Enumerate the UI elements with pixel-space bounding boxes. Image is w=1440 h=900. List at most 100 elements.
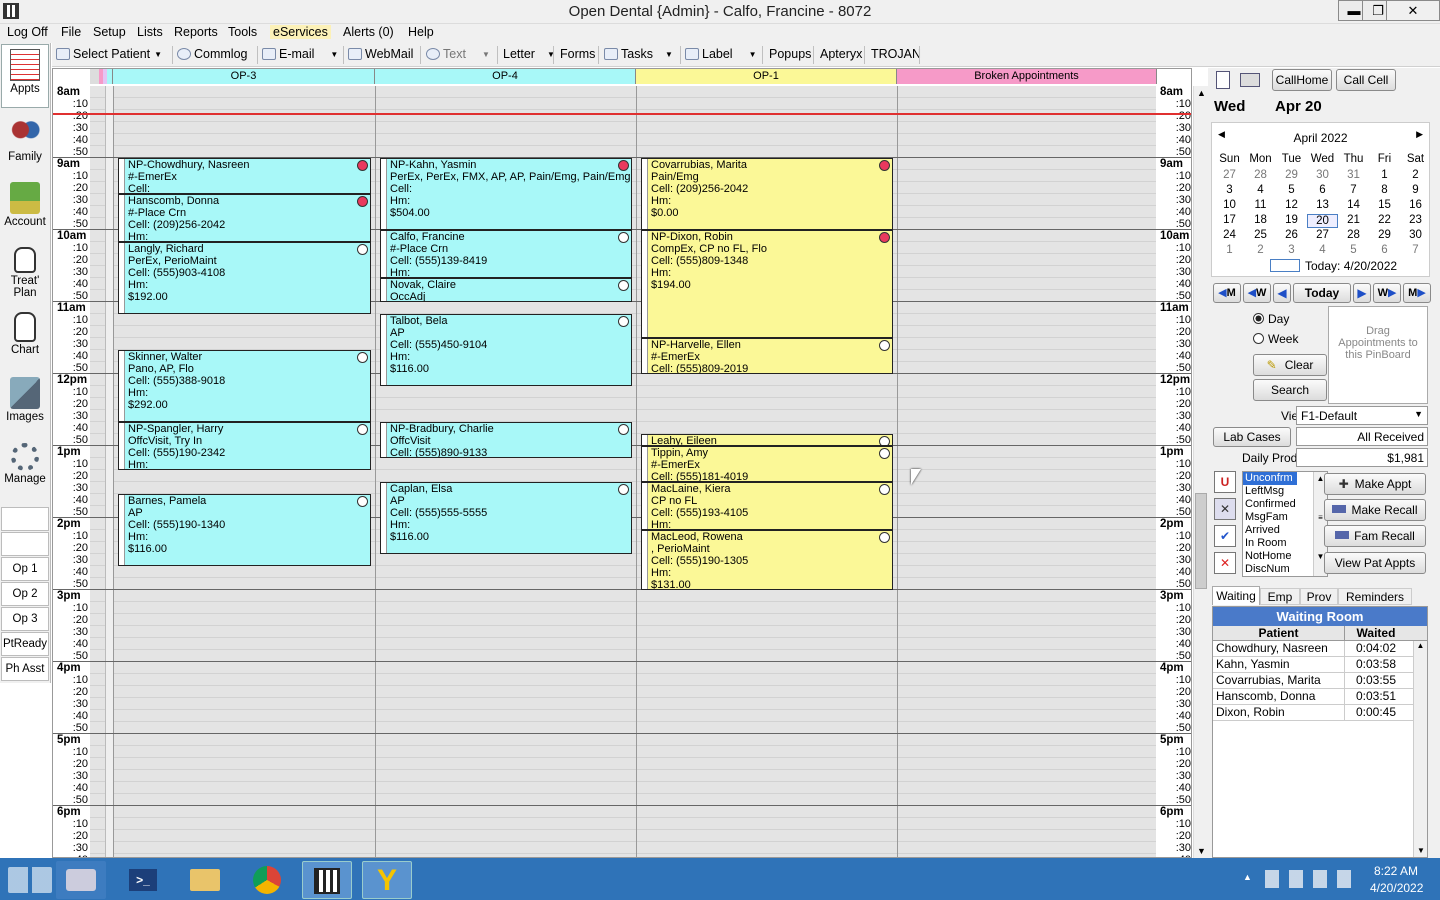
chevron-down-icon[interactable]: ▼ [154, 50, 162, 59]
appointment[interactable]: Barnes, Pamela AP Cell: (555)190-1340 Hm: $1… [118, 494, 371, 566]
lab-cases-button[interactable]: Lab Cases [1213, 427, 1291, 447]
confirmation-dot-icon[interactable] [618, 232, 629, 243]
column-header[interactable]: OP-3 [113, 69, 375, 84]
confirmation-dot-icon[interactable] [357, 196, 368, 207]
server-manager-icon[interactable] [56, 861, 106, 899]
menu-alerts[interactable]: Alerts (0) [340, 25, 397, 39]
column-header[interactable]: Broken Appointments [897, 69, 1157, 84]
waiting-room-grid[interactable]: Waiting Room Patient Waited Chowdhury, N… [1212, 606, 1428, 858]
appointment[interactable]: Skinner, Walter Pano, AP, Flo Cell: (555)3… [118, 350, 371, 422]
menu-help[interactable]: Help [405, 25, 437, 39]
menu-tools[interactable]: Tools [225, 25, 260, 39]
confirmation-dot-icon[interactable] [357, 244, 368, 255]
next-week-button[interactable]: W▶ [1373, 283, 1401, 303]
calendar-day[interactable]: 5 [1276, 184, 1307, 196]
confirmation-dot-icon[interactable] [357, 496, 368, 507]
confirmation-dot-icon[interactable] [879, 232, 890, 243]
confirmation-dot-icon[interactable] [357, 352, 368, 363]
calendar-day[interactable]: 22 [1369, 214, 1400, 226]
calendar-day[interactable]: 13 [1307, 199, 1338, 211]
complete-check-icon[interactable]: ✔ [1214, 525, 1236, 547]
label-button[interactable]: Label ▼ [685, 47, 757, 64]
appointment[interactable]: Covarrubias, Marita Pain/Emg Cell: (209)25… [641, 158, 893, 230]
op3-button[interactable]: Op 3 [1, 607, 49, 631]
chevron-down-icon[interactable]: ▼ [330, 50, 338, 59]
next-day-button[interactable]: ▶ [1353, 283, 1371, 303]
module-family[interactable]: Family [1, 113, 49, 177]
chevron-down-icon[interactable]: ▼ [749, 50, 757, 59]
confirmation-dot-icon[interactable] [879, 532, 890, 543]
calendar-day[interactable]: 31 [1338, 169, 1369, 181]
waiting-row[interactable]: Hanscomb, Donna 0:03:51 [1213, 689, 1427, 705]
scroll-thumb[interactable] [1195, 493, 1207, 589]
appointment[interactable]: MacLaine, Kiera CP no FL Cell: (555)193-41… [641, 482, 893, 530]
calendar-day[interactable]: 25 [1245, 229, 1276, 241]
prev-day-button[interactable]: ◀ [1273, 283, 1291, 303]
calendar-day[interactable]: 9 [1400, 184, 1431, 196]
trojan-button[interactable]: TROJAN [871, 47, 921, 64]
menu-file[interactable]: File [58, 25, 84, 39]
appointment[interactable]: Calfo, Francine #-Place Crn Cell: (555)139… [380, 230, 632, 278]
confirmation-list[interactable]: Unconfrm LeftMsg Confirmed MsgFam Arrive… [1242, 471, 1328, 577]
calendar-day[interactable]: 20 [1307, 214, 1338, 228]
clock-date[interactable]: 4/20/2022 [1370, 881, 1423, 895]
menu-eservices[interactable]: eServices [270, 25, 331, 39]
calendar-day[interactable]: 6 [1307, 184, 1338, 196]
ptready-button[interactable]: PtReady [1, 632, 49, 656]
email-button[interactable]: E-mail ▼ [262, 47, 338, 64]
calendar-day[interactable]: 8 [1369, 184, 1400, 196]
popups-button[interactable]: Popups [769, 47, 811, 64]
op2-button[interactable]: Op 2 [1, 582, 49, 606]
today-indicator[interactable] [1270, 259, 1300, 272]
call-home-button[interactable]: CallHome [1272, 69, 1332, 91]
scroll-down-arrow[interactable]: ▼ [1197, 846, 1206, 856]
calendar-day[interactable]: 3 [1276, 244, 1307, 256]
column-header[interactable]: OP-4 [375, 69, 636, 84]
waiting-row[interactable]: Covarrubias, Marita 0:03:55 [1213, 673, 1427, 689]
tray-overflow-icon[interactable]: ▲ [1243, 872, 1252, 882]
view-select[interactable]: F1-Default ▼ [1296, 406, 1428, 425]
close-button[interactable]: ✕ [1386, 0, 1440, 21]
start-button-icon[interactable] [8, 867, 52, 893]
commlog-button[interactable]: Commlog [177, 47, 248, 64]
appointment[interactable]: NP-Chowdhury, Nasreen #-EmerEx Cell: [118, 158, 371, 194]
calendar-day[interactable]: 7 [1338, 184, 1369, 196]
tray-icons[interactable] [1265, 870, 1357, 888]
appointment[interactable]: Caplan, Elsa AP Cell: (555)555-5555 Hm: $116… [380, 482, 632, 554]
calendar-day[interactable]: 4 [1307, 244, 1338, 256]
patient-column-header[interactable]: Patient [1213, 626, 1345, 640]
calendar-day[interactable]: 28 [1245, 169, 1276, 181]
appointment[interactable]: Novak, Claire OccAdj [380, 278, 632, 302]
calendar-day[interactable]: 27 [1214, 169, 1245, 181]
prev-week-button[interactable]: ◀W [1243, 283, 1271, 303]
webmail-button[interactable]: WebMail [348, 47, 413, 64]
confirmation-dot-icon[interactable] [879, 340, 890, 351]
fam-recall-button[interactable]: Fam Recall [1324, 525, 1426, 547]
confirmation-dot-icon[interactable] [618, 424, 629, 435]
open-dental-icon[interactable] [302, 861, 352, 899]
delete-x-icon[interactable]: ✕ [1214, 552, 1236, 574]
calendar-day[interactable]: 29 [1276, 169, 1307, 181]
calendar-day[interactable]: 3 [1214, 184, 1245, 196]
confirmation-dot-icon[interactable] [357, 424, 368, 435]
confirmation-dot-icon[interactable] [618, 484, 629, 495]
search-button[interactable]: Search [1253, 379, 1327, 401]
unconfirmed-icon[interactable]: U [1214, 471, 1236, 493]
appointment[interactable]: Talbot, Bela AP Cell: (555)450-9104 Hm: $116… [380, 314, 632, 386]
waiting-row[interactable]: Kahn, Yasmin 0:03:58 [1213, 657, 1427, 673]
calendar-day[interactable]: 6 [1369, 244, 1400, 256]
tasks-button[interactable]: Tasks ▼ [604, 47, 673, 64]
calendar-day[interactable]: 1 [1369, 169, 1400, 181]
ph-asst-button[interactable]: Ph Asst [1, 657, 49, 681]
confirmation-dot-icon[interactable] [879, 448, 890, 459]
calendar-day[interactable]: 11 [1245, 199, 1276, 211]
call-cell-button[interactable]: Call Cell [1336, 69, 1396, 91]
printer-icon[interactable] [1240, 73, 1260, 87]
letter-button[interactable]: Letter ▼ [503, 47, 555, 64]
today-button[interactable]: Today [1293, 283, 1351, 303]
appointment[interactable]: Leahy, Eileen [641, 434, 893, 446]
appointment[interactable]: NP-Kahn, Yasmin PerEx, PerEx, FMX, AP, AP… [380, 158, 632, 230]
menu-reports[interactable]: Reports [171, 25, 221, 39]
calendar-day[interactable]: 5 [1338, 244, 1369, 256]
calendar-day[interactable]: 12 [1276, 199, 1307, 211]
